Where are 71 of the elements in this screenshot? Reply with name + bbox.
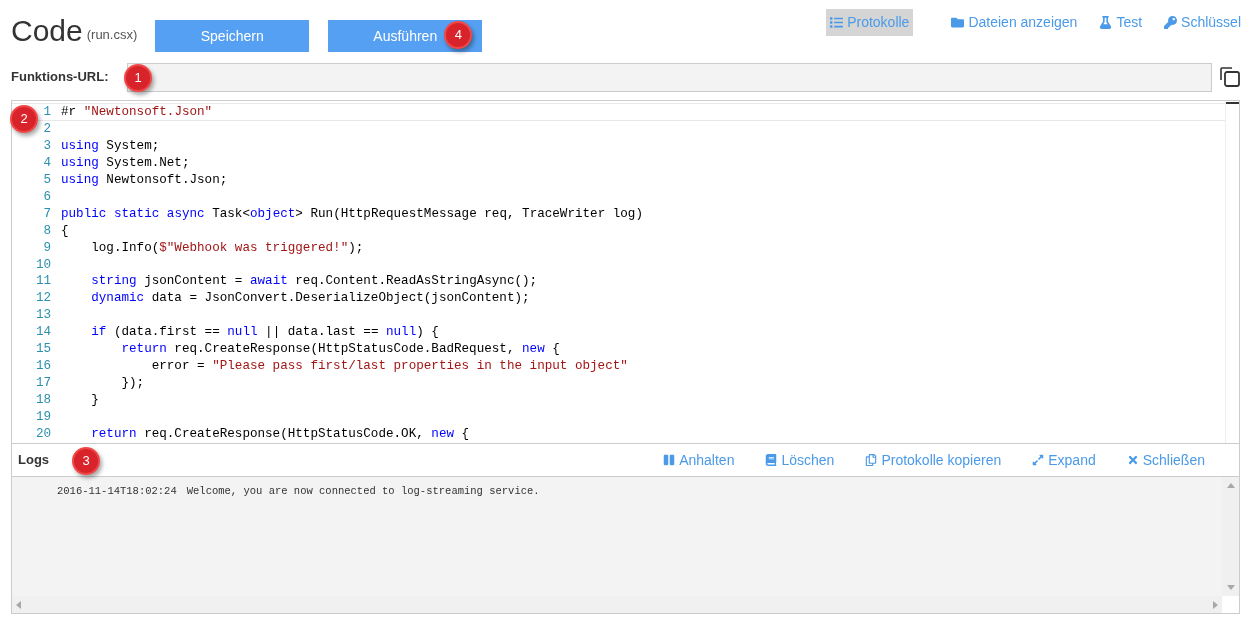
code-line: { [61,222,69,240]
line-number: 5 [43,172,51,187]
log-timestamp: 2016-11-14T18:02:24 [57,484,177,499]
file-name: (run.csx) [86,25,138,44]
key-icon [1164,16,1178,29]
line-number: 16 [35,359,51,374]
line-number: 3 [43,138,51,153]
log-message: Welcome, you are now connected to log-streaming service. [186,484,540,499]
line-number: 13 [35,308,51,323]
line-number: 9 [43,240,51,255]
code-line: }); [120,375,145,392]
code-editor[interactable] [12,101,1225,443]
callout-badge: 2 [10,105,38,133]
down-arrow-icon [1226,585,1235,590]
line-number: 7 [43,206,51,221]
line-number: 10 [35,257,51,272]
copy-icon [865,454,878,466]
line-number: 18 [35,393,51,407]
line-number: 8 [43,223,51,238]
field-label: Funktions-URL: [11,68,110,87]
nav-link[interactable]: Schlüssel [1160,9,1245,36]
log-action[interactable]: Schließen [1126,449,1205,471]
line-number: 2 [43,122,51,136]
line-number: 11 [35,274,51,289]
scrollbar-corner [1222,596,1239,613]
page-title: Code [11,13,83,49]
folder-icon [951,16,965,29]
code-line: using Newtonsoft.Json; [61,171,228,189]
code-line: if (data.first == null || data.last == null) { [90,324,439,342]
left-arrow-icon [16,600,21,609]
line-number: 14 [35,325,51,340]
log-action[interactable]: Protokolle kopieren [865,449,1002,471]
code-line: } [90,392,99,409]
nav-link[interactable]: Test [1095,9,1147,36]
code-line: public static async Task<object> Run(HttpRequestMessage req, TraceWriter log) [61,205,643,223]
code-line: return req.CreateResponse(HttpStatusCode.BadRequest, new { [120,341,560,359]
expand-icon [1032,454,1045,466]
code-line: string jsonContent = await req.Content.ReadAsStringAsync(); [90,273,538,291]
right-arrow-icon [1213,600,1218,609]
line-number: 20 [35,426,51,441]
line-number: 1 [43,105,51,119]
line-number: 15 [35,342,51,357]
callout-badge: 3 [72,447,100,475]
book-icon [765,454,778,466]
code-line: dynamic data = JsonConvert.DeserializeObject(jsonContent); [90,290,530,308]
line-number: 17 [35,376,51,391]
code-line: return req.CreateResponse(HttpStatusCode.OK, new { [90,425,470,443]
close-icon [1126,454,1139,466]
code-line: using System; [61,137,160,155]
nav-link[interactable]: Dateien anzeigen [947,9,1082,36]
save-button[interactable]: Speichern [155,20,310,52]
flask-icon [1099,16,1113,29]
scrollbar[interactable] [1225,101,1239,443]
nav-link[interactable]: Protokolle [826,9,914,36]
log-action[interactable]: Expand [1032,449,1096,471]
line-number: 12 [35,291,51,306]
line-number: 6 [43,189,51,204]
logs-title: Logs [18,451,50,470]
url-field[interactable] [127,62,1212,92]
code-line: error = "Please pass first/last properties in the input object" [150,358,628,376]
log-action[interactable]: Anhalten [663,449,735,471]
copy-icon[interactable] [1219,66,1241,88]
code-line: using System.Net; [61,154,190,172]
code-line: #r "Newtonsoft.Json" [61,105,213,119]
code-line: log.Info($"Webhook was triggered!"); [90,239,364,257]
pause-icon [663,454,676,466]
line-number: 4 [43,155,51,170]
list-icon [830,16,844,29]
up-arrow-icon [1226,483,1235,488]
line-number: 19 [35,409,51,424]
log-action[interactable]: Löschen [765,449,835,471]
